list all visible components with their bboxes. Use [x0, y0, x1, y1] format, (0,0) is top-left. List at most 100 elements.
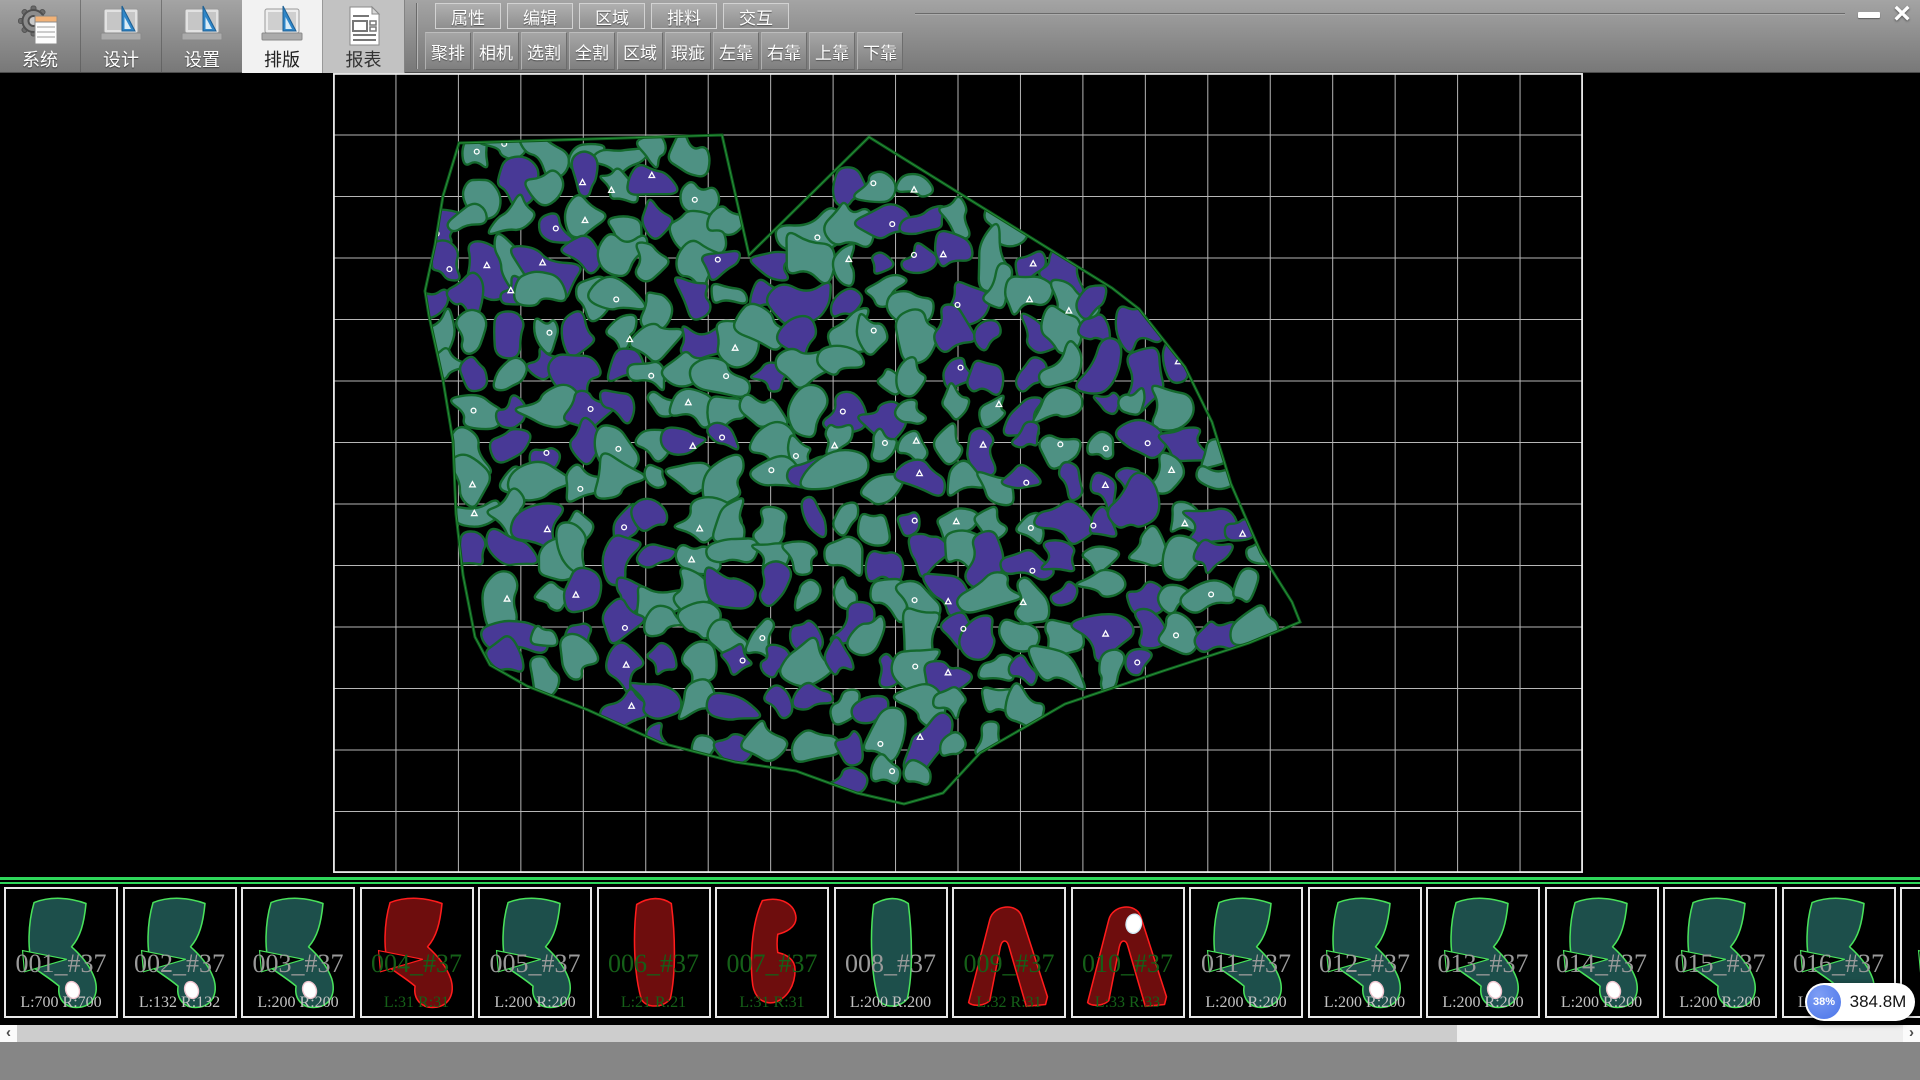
status-bar — [0, 1042, 1920, 1080]
menu-tab-properties[interactable]: 属性 — [435, 3, 501, 29]
tool-button-align-top[interactable]: 上靠 — [809, 32, 855, 70]
strip-top-line — [0, 877, 1920, 880]
thumbnail-cell[interactable]: 007_#37 L:31 R:31 — [715, 887, 829, 1018]
menu-tab-label: 交互 — [739, 4, 773, 29]
menu-tab-region[interactable]: 区域 — [579, 3, 645, 29]
tool-button-label: 区域 — [623, 39, 657, 64]
toolbar-button-label: 设置 — [184, 50, 220, 70]
tool-button-label: 选割 — [527, 39, 561, 64]
piece-lr-count-label: L:31 R:31 — [717, 994, 827, 1012]
piece-name-label: 006_#37 — [599, 949, 709, 979]
memory-monitor-badge[interactable]: 38% 384.8M — [1805, 983, 1915, 1021]
thumbnail-cell[interactable]: 003_#37 L:200 R:200 — [241, 887, 355, 1018]
piece-name-label: 004_#37 — [362, 949, 472, 979]
piece-lr-count-label: L:200 R:200 — [1428, 994, 1538, 1012]
application-window: 系统 设计 — [0, 0, 1920, 1080]
nesting-canvas[interactable] — [333, 73, 1583, 873]
piece-name-label: 007_#37 — [717, 949, 827, 979]
toolbar-button-report[interactable]: 报表 — [323, 0, 405, 73]
settings-ruler-icon — [179, 4, 225, 50]
titlebar-groove — [915, 13, 1845, 15]
toolbar-button-label: 系统 — [22, 50, 58, 70]
scrollbar-thumb[interactable] — [17, 1025, 1457, 1042]
toolbar-button-settings[interactable]: 设置 — [162, 0, 243, 73]
piece-name-label: 011_#37 — [1191, 949, 1301, 979]
tool-button-align-left[interactable]: 左靠 — [713, 32, 759, 70]
tool-button-label: 左靠 — [719, 39, 753, 64]
tool-button-label: 上靠 — [815, 39, 849, 64]
piece-lr-count-label: L:200 R:200 — [1547, 994, 1657, 1012]
report-doc-icon — [341, 4, 387, 50]
nesting-canvas-svg[interactable] — [333, 73, 1583, 873]
piece-name-label: 012_#37 — [1310, 949, 1420, 979]
toolbar-button-system[interactable]: 系统 — [0, 0, 81, 73]
design-ruler-icon — [98, 4, 144, 50]
piece-lr-count-label: L:31 R:31 — [362, 994, 472, 1012]
thumbnail-cell[interactable]: 005_#37L:200 R:200 — [478, 887, 592, 1018]
thumbnail-cell[interactable]: 015_#37L:200 R:200 — [1663, 887, 1777, 1018]
piece-lr-count-label: L:200 R:200 — [243, 994, 353, 1012]
thumbnail-cell[interactable]: 001_#37L:700 R:700 — [4, 887, 118, 1018]
thumbnail-cell[interactable]: 006_#37 L:21 R:21 — [597, 887, 711, 1018]
piece-lr-count-label: L:200 R:200 — [480, 994, 590, 1012]
toolbar-button-label: 报表 — [346, 50, 382, 70]
horizontal-scrollbar[interactable]: ‹ › — [0, 1025, 1920, 1042]
thumbnail-cell[interactable]: 004_#37 L:31 R:31 — [360, 887, 474, 1018]
tool-button-camera[interactable]: 相机 — [473, 32, 519, 70]
piece-name-label: 016_#37 — [1784, 949, 1894, 979]
thumbnail-cell[interactable]: 002_#37L:132 R:132 — [123, 887, 237, 1018]
thumbnail-cell[interactable]: 014_#37 L:200 R:200 — [1545, 887, 1659, 1018]
piece-lr-count-label: L:21 R:21 — [599, 994, 709, 1012]
close-button[interactable]: × — [1886, 1, 1918, 27]
thumbnail-cell[interactable]: 013_#37L:200 R:200 — [1426, 887, 1540, 1018]
tool-button-select-cut[interactable]: 选割 — [521, 32, 567, 70]
menu-tab-nesting[interactable]: 排料 — [651, 3, 717, 29]
tool-button-cut-all[interactable]: 全割 — [569, 32, 615, 70]
scroll-right-button[interactable]: › — [1903, 1025, 1920, 1042]
scroll-left-button[interactable]: ‹ — [0, 1025, 17, 1042]
tool-button-align-right[interactable]: 右靠 — [761, 32, 807, 70]
piece-lr-count-label: L:200 R:200 — [836, 994, 946, 1012]
tool-button-align-bottom[interactable]: 下靠 — [857, 32, 903, 70]
tool-button-label: 瑕疵 — [671, 39, 705, 64]
menu-tab-interaction[interactable]: 交互 — [723, 3, 789, 29]
piece-name-label: 008_#37 — [836, 949, 946, 979]
piece-name-label: 003_#37 — [243, 949, 353, 979]
strip-top-line-2 — [0, 882, 1920, 884]
cpu-percent-label: 38% — [1813, 996, 1835, 1008]
close-icon: × — [1893, 2, 1911, 26]
toolbar-separator — [416, 3, 418, 69]
chevron-right-icon: › — [1909, 1024, 1914, 1041]
tool-button-cluster-nest[interactable]: 聚排 — [425, 32, 471, 70]
top-toolbar: 系统 设计 — [0, 0, 1920, 73]
piece-name-label: 001_#37 — [6, 949, 116, 979]
toolbar-button-label: 设计 — [103, 50, 139, 70]
piece-lr-count-label: L:200 R:200 — [1191, 994, 1301, 1012]
tool-button-region[interactable]: 区域 — [617, 32, 663, 70]
menu-tab-label: 属性 — [451, 4, 485, 29]
thumbnail-cell[interactable]: 010_#37 L:33 R:33 — [1071, 887, 1185, 1018]
thumbnail-cell[interactable]: 011_#37 L:200 R:200 — [1189, 887, 1303, 1018]
tool-button-label: 聚排 — [431, 39, 465, 64]
piece-thumbnail-strip: 001_#37L:700 R:700002_#37L:132 R:132003_… — [0, 877, 1920, 1024]
menu-tab-label: 排料 — [667, 4, 701, 29]
minimize-button[interactable] — [1854, 4, 1884, 26]
piece-lr-count-label: L:200 R:200 — [1665, 994, 1775, 1012]
chevron-left-icon: ‹ — [6, 1024, 11, 1041]
toolbar-button-layout[interactable]: 排版 — [242, 0, 323, 73]
piece-name-label: 002_#37 — [125, 949, 235, 979]
thumbnail-cell[interactable]: 008_#37 L:200 R:200 — [834, 887, 948, 1018]
thumbnail-cell[interactable]: 009_#37L:32 R:31 — [952, 887, 1066, 1018]
tool-button-defect[interactable]: 瑕疵 — [665, 32, 711, 70]
tool-button-label: 下靠 — [863, 39, 897, 64]
menu-tab-label: 编辑 — [523, 4, 557, 29]
cpu-percent-bubble: 38% — [1807, 985, 1841, 1019]
thumbnail-cell[interactable]: 012_#37L:200 R:200 — [1308, 887, 1422, 1018]
piece-name-label: 010_#37 — [1073, 949, 1183, 979]
piece-name-label: 014_#37 — [1547, 949, 1657, 979]
menu-tab-edit[interactable]: 编辑 — [507, 3, 573, 29]
piece-name-label: 009_#37 — [954, 949, 1064, 979]
toolbar-button-design[interactable]: 设计 — [81, 0, 162, 73]
toolbar-button-label: 排版 — [264, 50, 300, 70]
piece-lr-count-label: L:33 R:33 — [1073, 994, 1183, 1012]
